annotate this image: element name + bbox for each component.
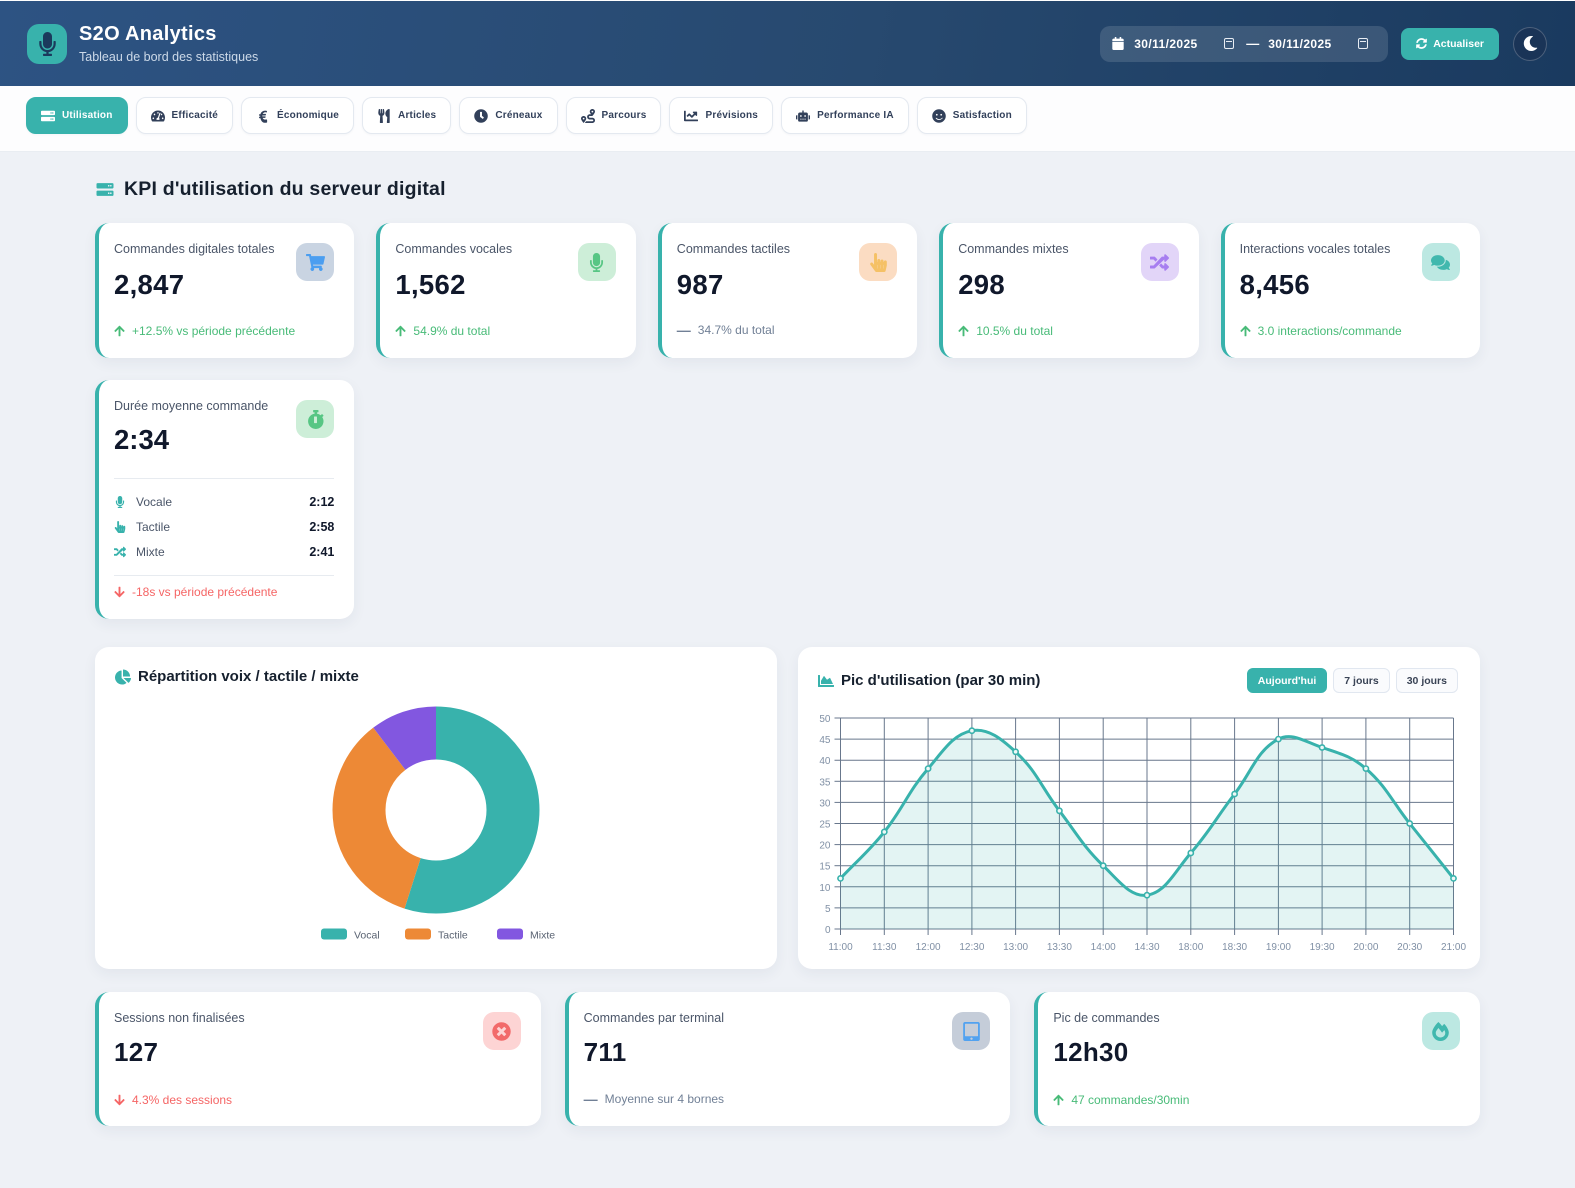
svg-text:18:30: 18:30 (1222, 942, 1247, 953)
svg-text:12:30: 12:30 (959, 942, 984, 953)
svg-text:14:00: 14:00 (1091, 942, 1116, 953)
svg-text:15: 15 (819, 862, 831, 873)
svg-text:50: 50 (819, 714, 831, 725)
svg-text:14:30: 14:30 (1134, 942, 1159, 953)
svg-text:19:30: 19:30 (1310, 942, 1335, 953)
svg-text:21:00: 21:00 (1441, 942, 1466, 953)
svg-text:20:30: 20:30 (1397, 942, 1422, 953)
svg-text:18:00: 18:00 (1178, 942, 1203, 953)
svg-text:12:00: 12:00 (916, 942, 941, 953)
svg-text:45: 45 (819, 735, 831, 746)
svg-text:30: 30 (819, 798, 831, 809)
svg-text:20: 20 (819, 841, 831, 852)
svg-text:Vocal: Vocal (354, 930, 380, 942)
svg-text:13:30: 13:30 (1047, 942, 1072, 953)
svg-text:5: 5 (825, 904, 831, 915)
svg-text:35: 35 (819, 777, 831, 788)
svg-text:19:00: 19:00 (1266, 942, 1291, 953)
svg-text:0: 0 (825, 925, 831, 936)
svg-text:Mixte: Mixte (530, 930, 555, 942)
svg-text:20:00: 20:00 (1353, 942, 1378, 953)
svg-text:10: 10 (819, 883, 831, 894)
svg-text:13:00: 13:00 (1003, 942, 1028, 953)
svg-text:11:30: 11:30 (872, 942, 897, 953)
svg-text:25: 25 (819, 820, 831, 831)
svg-text:Tactile: Tactile (438, 930, 468, 942)
svg-text:11:00: 11:00 (828, 942, 853, 953)
svg-text:40: 40 (819, 756, 831, 767)
